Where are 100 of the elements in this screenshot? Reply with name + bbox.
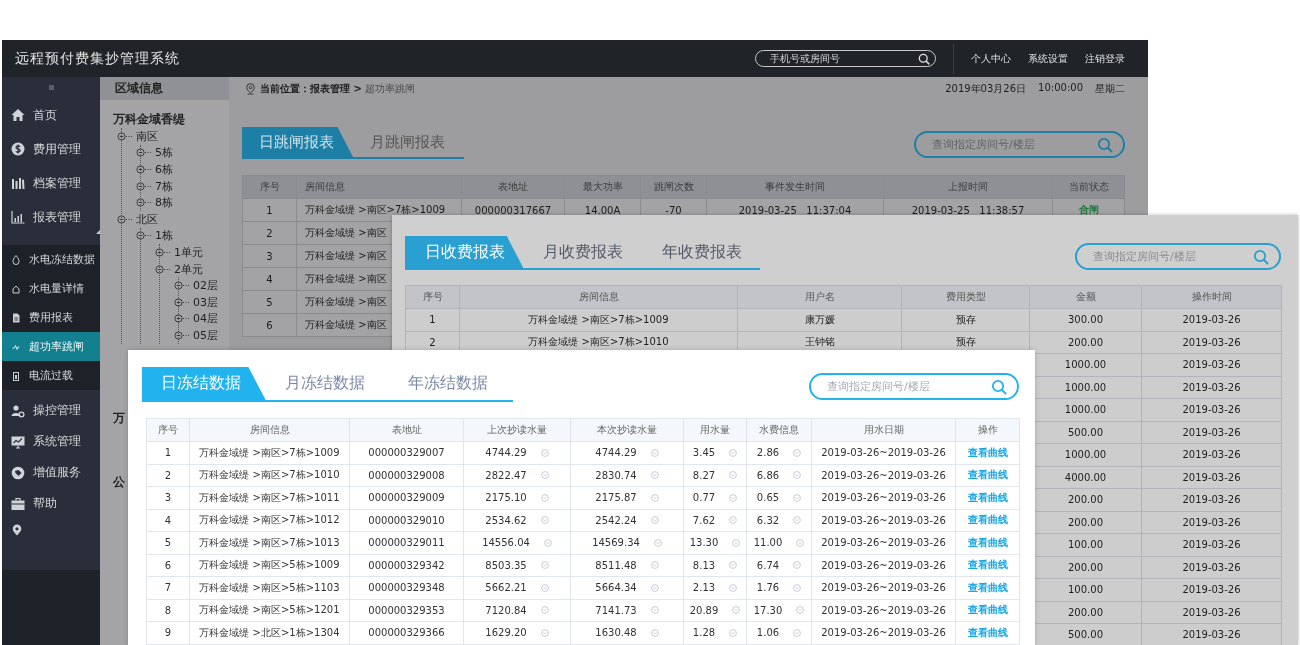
tree-node[interactable]: 1单元 [174,244,203,260]
minus-circle-icon [174,281,191,291]
cell-text: 3.45 [692,447,716,459]
cell-text: 2822.47 [485,469,527,481]
minus-circle-icon [117,214,134,224]
monitor-icon [11,434,25,449]
chevron-icon [653,538,662,547]
column-header: 操作时间 [1142,286,1282,309]
tree-node[interactable]: 8栋 [155,195,173,211]
chevron-icon [793,448,802,457]
tab[interactable]: 日跳闸报表 [242,127,353,157]
table-cell: 000000329353 [350,599,464,622]
tree-node[interactable]: 02层 [193,278,218,294]
minus-circle-icon [136,198,153,208]
table-cell: 6 [147,554,190,577]
chevron-icon [729,583,738,592]
minus-circle-icon [174,314,191,324]
search-field[interactable]: 查询指定房间号/楼层 [809,373,1019,400]
table-cell: 万科金域缇 >南区>7栋>1010 [190,464,350,487]
chevron-icon [729,471,738,480]
nav-item[interactable]: 费用管理 [2,132,100,166]
table-cell: 2019-03-26~2019-03-26 [812,509,956,532]
location-pin-icon [245,82,256,95]
chevron-icon [793,493,802,502]
table-cell: 2 [147,464,190,487]
cell-text: 20.89 [689,604,719,616]
table-cell: 万科金域缇 >南区>7栋>1013 [190,532,350,555]
table-cell: 2019-03-26~2019-03-26 [812,442,956,465]
cell-text: 8.27 [692,469,716,481]
header-link[interactable]: 个人中心 [971,51,1011,66]
table-cell: 5 [147,532,190,555]
minus-circle-icon [136,231,153,241]
tab[interactable]: 年冻结数据 [389,367,513,400]
corner-triangle-icon [96,230,100,234]
briefcase-icon [11,496,25,511]
tree-node[interactable]: 04层 [193,311,218,327]
search-field[interactable]: 查询指定房间号/楼层 [1075,243,1281,270]
column-header: 序号 [147,419,190,442]
tree-node[interactable]: 03层 [193,294,218,310]
tree-node[interactable]: 6栋 [155,162,173,177]
tree-node[interactable]: 5栋 [155,145,173,161]
table-cell: 2019-03-26~2019-03-26 [812,599,956,622]
nav-item[interactable]: 电流过载 [2,361,100,390]
table-cell: 7 [147,577,190,600]
cell-text: 7120.84 [485,604,527,616]
column-header: 上报时间 [884,176,1053,199]
nav-item[interactable]: 水电量详情 [2,274,100,303]
nav-item[interactable]: 系统管理 [2,426,100,457]
table-cell: 万科金域缇 >南区>5栋>1103 [190,577,350,600]
table-cell: 预存 [902,309,1030,332]
tree-node[interactable]: 7栋 [155,178,173,194]
user-gear-icon [11,403,25,418]
drop-icon [12,254,20,265]
table-cell: 000000329007 [350,442,464,465]
table-cell: 3 [147,487,190,510]
tree-node[interactable]: 05层 [193,327,218,343]
table-cell: 2019-03-26~2019-03-26 [812,554,956,577]
table-cell: 4 [243,268,297,291]
cell-text: 5662.21 [485,582,527,594]
chevron-icon [732,538,741,547]
minus-circle-icon [136,165,153,174]
table-cell: 2019-03-26 [1142,511,1282,534]
search-field[interactable]: 手机号或房间号 [755,50,936,67]
table-cell: 2019-03-26~2019-03-26 [812,487,956,510]
cell-text: 17.30 [753,604,783,616]
header-link[interactable]: 注销登录 [1085,51,1125,66]
tab[interactable]: 月冻结数据 [265,367,390,400]
column-header: 用户名 [738,286,902,309]
header-link[interactable]: 系统设置 [1028,51,1068,66]
tree-node[interactable]: 2单元 [174,261,203,277]
nav-item[interactable]: 报表管理 [2,200,100,234]
nav-item[interactable]: 增值服务 [2,457,100,488]
nav-item[interactable]: 首页 [2,98,100,132]
table-cell: 3 [243,245,297,268]
nav-item[interactable]: 费用报表 [2,303,100,332]
tab[interactable]: 月收费报表 [523,236,642,268]
table-cell: 8 [147,599,190,622]
column-header: 事件发生时间 [707,176,884,199]
nav-item[interactable]: 水电冻结数据 [2,245,100,274]
column-header: 表地址 [462,176,565,199]
chevron-icon [540,561,549,570]
tree-node[interactable]: 南区 [136,128,158,144]
table-cell: 2019-03-26 [1142,376,1282,399]
column-header: 费用类型 [902,286,1030,309]
tree-node[interactable]: 万 [113,410,125,428]
cell-text: 2534.62 [485,514,527,526]
table-cell: 2019-03-26~2019-03-26 [812,464,956,487]
table-cell: 万科金域缇 >南区>7栋>1012 [190,509,350,532]
tree-node[interactable]: 万科金域香缇 [113,110,185,128]
table-cell: 2019-03-26 [1142,624,1282,645]
tree-node[interactable]: 1栋 [155,228,173,244]
nav-item[interactable]: 档案管理 [2,166,100,200]
minus-circle-icon [155,247,172,257]
nav-item[interactable]: 操控管理 [2,395,100,426]
tab[interactable]: 年收费报表 [641,236,760,268]
nav-item[interactable]: 帮助 [2,488,100,519]
tree-node[interactable]: 北区 [136,211,158,227]
tree-node[interactable]: 公 [113,474,125,492]
nav-item[interactable]: 超功率跳闸 [2,332,100,361]
chevron-icon [650,628,659,637]
